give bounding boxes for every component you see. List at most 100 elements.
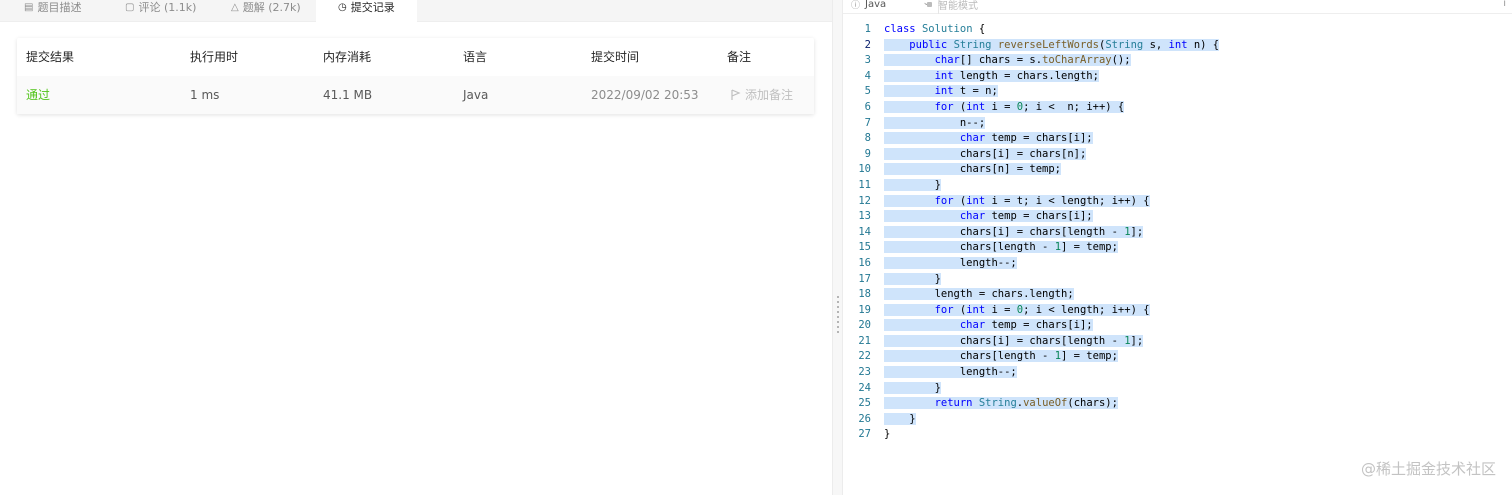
line-number: 16 <box>858 256 871 269</box>
code-area[interactable]: 1 class Solution {2 public String reverse… <box>843 22 1512 443</box>
code-line[interactable]: 10 chars[n] = temp; <box>843 162 1512 178</box>
add-note-button[interactable]: 添加备注 <box>730 76 793 114</box>
code-text[interactable]: for (int i = 0; i < length; i++) { <box>884 303 1150 319</box>
code-text[interactable]: n--; <box>884 116 986 132</box>
tab-comments[interactable]: ▢ 评论 (1.1k) <box>125 0 196 22</box>
code-line[interactable]: 18 length = chars.length; <box>843 287 1512 303</box>
code-line[interactable]: 20 char temp = chars[i]; <box>843 318 1512 334</box>
table-header: 提交结果 执行用时 内存消耗 语言 提交时间 备注 <box>17 38 814 76</box>
code-text[interactable]: chars[n] = temp; <box>884 162 1062 178</box>
code-text[interactable]: class Solution { <box>884 22 985 38</box>
code-text[interactable]: length = chars.length; <box>884 287 1074 303</box>
code-text[interactable]: } <box>884 412 916 428</box>
code-editor[interactable]: ⓘ Java ⌄ 智能模式 i 1class Solution {2 publi… <box>843 0 1512 495</box>
code-line[interactable]: 13 char temp = chars[i]; <box>843 209 1512 225</box>
language-select[interactable]: ⓘ Java ⌄ <box>847 0 939 14</box>
line-number: 22 <box>858 350 871 363</box>
code-line[interactable]: 22 chars[length - 1] = temp; <box>843 349 1512 365</box>
language-value: Java <box>865 0 887 10</box>
description-icon: ▤ <box>24 1 34 13</box>
tab-bar: ▤ 题目描述 ▢ 评论 (1.1k) △ 题解 (2.7k) ◷ 提交记录 <box>0 0 832 22</box>
line-number: 6 <box>864 100 871 113</box>
code-text[interactable]: } <box>884 272 941 288</box>
language-value: Java <box>463 88 489 102</box>
line-number: 18 <box>858 288 871 301</box>
code-text[interactable]: } <box>884 178 941 194</box>
code-text[interactable]: chars[length - 1] = temp; <box>884 240 1118 256</box>
tab-description[interactable]: ▤ 题目描述 <box>24 0 81 22</box>
code-line[interactable]: 27} <box>843 427 1512 443</box>
code-line[interactable]: 21 chars[i] = chars[length - 1]; <box>843 334 1512 350</box>
code-text[interactable]: for (int i = 0; i < n; i++) { <box>884 100 1125 116</box>
line-number: 17 <box>858 272 871 285</box>
line-number: 23 <box>858 366 871 379</box>
code-line[interactable]: 2 public String reverseLeftWords(String … <box>843 38 1512 54</box>
code-text[interactable]: for (int i = t; i < length; i++) { <box>884 194 1150 210</box>
result-status[interactable]: 通过 <box>26 76 50 114</box>
code-text[interactable]: chars[i] = chars[length - 1]; <box>884 334 1144 350</box>
drag-handle-icon[interactable] <box>837 296 839 336</box>
panel-splitter[interactable] <box>832 0 843 495</box>
code-text[interactable]: char temp = chars[i]; <box>884 318 1093 334</box>
smart-mode-toggle[interactable]: 智能模式 <box>927 0 978 14</box>
info-icon[interactable]: i <box>1503 0 1506 14</box>
code-text[interactable]: chars[i] = chars[length - 1]; <box>884 225 1144 241</box>
line-number: 4 <box>864 69 871 82</box>
code-line[interactable]: 5 int t = n; <box>843 84 1512 100</box>
code-line[interactable]: 25 return String.valueOf(chars); <box>843 396 1512 412</box>
code-line[interactable]: 8 char temp = chars[i]; <box>843 131 1512 147</box>
code-line[interactable]: 19 for (int i = 0; i < length; i++) { <box>843 303 1512 319</box>
editor-toolbar: ⓘ Java ⌄ 智能模式 i <box>843 0 1512 14</box>
line-number: 5 <box>864 85 871 98</box>
code-line[interactable]: 14 chars[i] = chars[length - 1]; <box>843 225 1512 241</box>
code-text[interactable]: int t = n; <box>884 84 998 100</box>
code-line[interactable]: 7 n--; <box>843 116 1512 132</box>
line-number: 14 <box>858 225 871 238</box>
tab-submissions[interactable]: ◷ 提交记录 <box>316 0 417 22</box>
code-text[interactable]: char temp = chars[i]; <box>884 131 1093 147</box>
code-line[interactable]: 9 chars[i] = chars[n]; <box>843 147 1512 163</box>
header-time: 提交时间 <box>591 50 640 64</box>
code-line[interactable]: 24 } <box>843 381 1512 397</box>
clock-icon: ◷ <box>338 1 347 13</box>
code-line[interactable]: 6 for (int i = 0; i < n; i++) { <box>843 100 1512 116</box>
language-icon: ⓘ <box>851 0 861 11</box>
code-line[interactable]: 16 length--; <box>843 256 1512 272</box>
line-number: 24 <box>858 381 871 394</box>
header-runtime: 执行用时 <box>190 50 239 64</box>
line-number: 15 <box>858 241 871 254</box>
code-text[interactable]: chars[i] = chars[n]; <box>884 147 1087 163</box>
memory-value: 41.1 MB <box>323 88 373 102</box>
line-number: 27 <box>858 428 871 441</box>
line-number: 8 <box>864 132 871 145</box>
code-line[interactable]: 1 class Solution { <box>843 22 1512 38</box>
line-number: 21 <box>858 334 871 347</box>
submissions-table: 提交结果 执行用时 内存消耗 语言 提交时间 备注 通过 1 ms 41.1 M… <box>17 38 814 114</box>
code-text[interactable]: public String reverseLeftWords(String s,… <box>884 38 1220 54</box>
code-line[interactable]: 12 for (int i = t; i < length; i++) { <box>843 194 1512 210</box>
code-text[interactable]: length--; <box>884 256 1017 272</box>
code-text[interactable]: chars[length - 1] = temp; <box>884 349 1118 365</box>
code-text[interactable]: int length = chars.length; <box>884 69 1099 85</box>
tab-label: 评论 (1.1k) <box>138 1 197 14</box>
code-text[interactable]: } <box>884 381 941 397</box>
code-text[interactable]: length--; <box>884 365 1017 381</box>
code-line[interactable]: 3 char[] chars = s.toCharArray(); <box>843 53 1512 69</box>
mode-icon <box>927 1 932 7</box>
submit-time: 2022/09/02 20:53 <box>591 88 699 102</box>
table-row[interactable]: 通过 1 ms 41.1 MB Java 2022/09/02 20:53 添加… <box>17 76 814 114</box>
code-line[interactable]: 15 chars[length - 1] = temp; <box>843 240 1512 256</box>
code-line[interactable]: 26 } <box>843 412 1512 428</box>
tab-solutions[interactable]: △ 题解 (2.7k) <box>231 0 301 22</box>
code-line[interactable]: 4 int length = chars.length; <box>843 69 1512 85</box>
code-text[interactable]: return String.valueOf(chars); <box>884 396 1118 412</box>
code-text[interactable]: } <box>884 427 890 443</box>
code-line[interactable]: 17 } <box>843 272 1512 288</box>
line-number: 25 <box>858 397 871 410</box>
code-line[interactable]: 23 length--; <box>843 365 1512 381</box>
tab-label: 题解 (2.7k) <box>242 1 301 14</box>
code-text[interactable]: char[] chars = s.toCharArray(); <box>884 53 1131 69</box>
code-line[interactable]: 11 } <box>843 178 1512 194</box>
code-text[interactable]: char temp = chars[i]; <box>884 209 1093 225</box>
watermark: @稀土掘金技术社区 <box>1360 460 1496 478</box>
